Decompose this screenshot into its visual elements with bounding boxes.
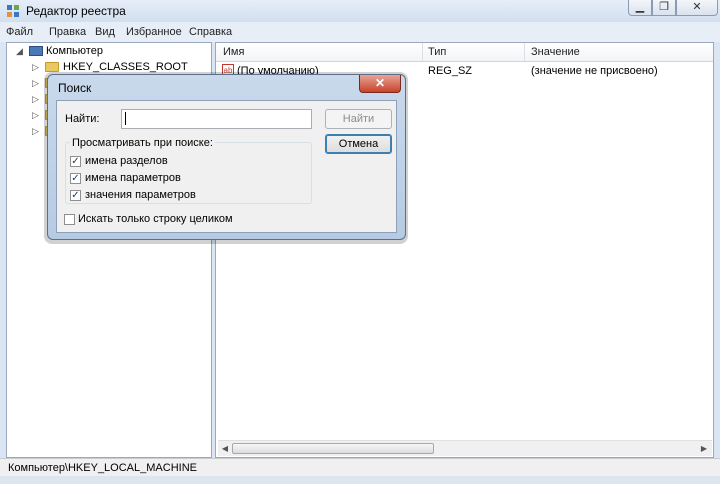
tree-node-computer[interactable]: ◢ Компьютер (7, 43, 207, 59)
status-path: Компьютер\HKEY_LOCAL_MACHINE (8, 462, 197, 474)
find-input[interactable] (121, 109, 312, 129)
window-title: Редактор реестра (26, 4, 126, 18)
maximize-button[interactable]: ❐ (652, 0, 676, 16)
checkbox-checked-icon[interactable]: ✓ (70, 190, 81, 201)
dialog-body: Найти: Найти далее Отмена Просматривать … (56, 100, 397, 233)
folder-icon (45, 62, 59, 72)
find-dialog: Поиск ✕ Найти: Найти далее Отмена Просма… (47, 74, 406, 240)
expand-arrow-icon[interactable]: ▷ (32, 91, 39, 107)
cancel-button[interactable]: Отмена (325, 134, 392, 154)
list-header: Имя Тип Значение (216, 43, 713, 62)
menu-favorites[interactable]: Избранное (126, 26, 182, 38)
value-data: (значение не присвоено) (531, 65, 658, 77)
option-label: значения параметров (85, 189, 196, 201)
column-header-name[interactable]: Имя (223, 46, 244, 58)
expand-arrow-icon[interactable]: ▷ (32, 59, 39, 75)
column-divider[interactable] (422, 43, 423, 61)
column-header-type[interactable]: Тип (428, 46, 446, 58)
horizontal-scrollbar[interactable]: ◀ ▶ (218, 440, 712, 456)
option-label: Искать только строку целиком (78, 213, 233, 225)
text-caret (125, 112, 126, 125)
menu-bar: Файл Правка Вид Избранное Справка (0, 22, 720, 42)
scroll-right-icon[interactable]: ▶ (698, 443, 710, 455)
column-header-value[interactable]: Значение (531, 46, 580, 58)
find-label: Найти: (65, 113, 100, 125)
column-divider[interactable] (524, 43, 525, 61)
collapse-arrow-icon[interactable]: ◢ (16, 43, 23, 59)
checkbox-checked-icon[interactable]: ✓ (70, 173, 81, 184)
computer-icon (29, 46, 43, 56)
value-type: REG_SZ (428, 65, 473, 77)
menu-file[interactable]: Файл (6, 26, 33, 38)
checkbox-checked-icon[interactable]: ✓ (70, 156, 81, 167)
tree-node-label: Компьютер (46, 45, 103, 57)
close-button[interactable]: ✕ (676, 0, 718, 16)
expand-arrow-icon[interactable]: ▷ (32, 123, 39, 139)
close-icon: ✕ (374, 76, 386, 90)
window-frame-right (714, 42, 720, 458)
minimize-button[interactable]: ▁ (628, 0, 652, 16)
expand-arrow-icon[interactable]: ▷ (32, 75, 39, 91)
expand-arrow-icon[interactable]: ▷ (32, 107, 39, 123)
find-next-button[interactable]: Найти далее (325, 109, 392, 143)
option-label: имена разделов (85, 155, 168, 167)
status-bar: Компьютер\HKEY_LOCAL_MACHINE (0, 458, 720, 476)
dialog-close-button[interactable]: ✕ (359, 75, 401, 93)
option-label: имена параметров (85, 172, 181, 184)
dialog-title: Поиск (58, 81, 92, 95)
menu-view[interactable]: Вид (95, 26, 115, 38)
menu-help[interactable]: Справка (189, 26, 232, 38)
menu-edit[interactable]: Правка (49, 26, 86, 38)
scroll-left-icon[interactable]: ◀ (219, 443, 231, 455)
search-scope-legend: Просматривать при поиске: (70, 137, 215, 149)
checkbox-unchecked-icon[interactable] (64, 214, 75, 225)
scrollbar-thumb[interactable] (232, 443, 434, 454)
window-frame-bottom (0, 476, 720, 484)
registry-editor-icon (6, 4, 20, 18)
